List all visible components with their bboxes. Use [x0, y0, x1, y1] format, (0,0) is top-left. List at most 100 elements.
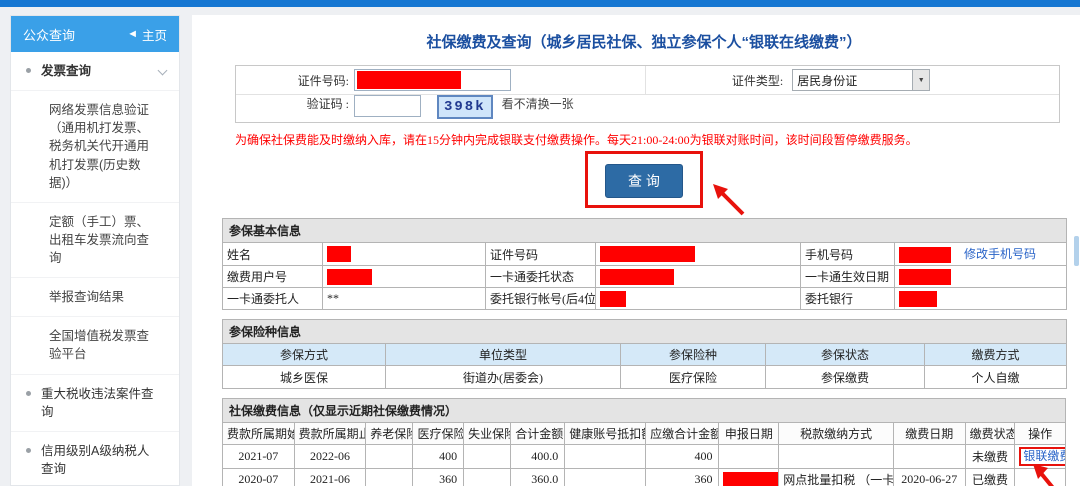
top-header-strip: [0, 0, 1080, 7]
column-header: 缴费状态: [964, 422, 1016, 446]
field-label: 一卡通委托状态: [485, 265, 596, 289]
cell: [718, 468, 780, 486]
id-type-group: 证件类型: 居民身份证 ▼: [646, 66, 1059, 94]
table-row: 一卡通委托人 ** 委托银行帐号(后4位) 委托银行: [222, 287, 1068, 311]
cell: 未缴费: [964, 444, 1016, 470]
table-header-row: 参保方式 单位类型 参保险种 参保状态 缴费方式: [222, 343, 1068, 367]
field-value: [595, 287, 801, 311]
cell: [365, 468, 414, 486]
id-number-label: 证件号码:: [297, 73, 349, 88]
field-label: 证件号码: [485, 241, 596, 267]
sidebar-item-major-tax-violation[interactable]: 重大税收违法案件查询: [11, 375, 179, 432]
cell: [778, 444, 894, 470]
annotation-arrow-icon: [712, 184, 745, 216]
cell: 400.0: [510, 444, 566, 470]
column-header: 参保险种: [620, 343, 766, 367]
column-header: 参保状态: [765, 343, 925, 367]
sidebar-item-label: 全国增值税发票查验平台: [49, 329, 150, 362]
cell: [564, 468, 647, 486]
table-row: 2021-07 2022-06 400 400.0 400 未缴费 银联缴费: [222, 444, 1066, 470]
column-header: 缴费方式: [923, 343, 1068, 367]
column-header: 失业保险: [463, 422, 512, 446]
column-header: 费款所属期止: [293, 422, 367, 446]
cell: 360: [645, 468, 720, 486]
cell: 400: [645, 444, 720, 470]
sidebar-item-report-result[interactable]: 举报查询结果: [11, 278, 179, 318]
cell: 360.0: [510, 468, 566, 486]
cell: 2020-06-27: [892, 468, 966, 486]
sidebar-item-label: 信用级别A级纳税人查询: [41, 443, 150, 476]
table-row: 缴费用户号 一卡通委托状态 一卡通生效日期: [222, 265, 1068, 289]
table-row: 2020-07 2021-06 360 360.0 360 网点批量扣税 （一卡…: [222, 468, 1066, 486]
bullet-icon: [26, 68, 31, 73]
captcha-refresh-link[interactable]: 看不清换一张: [502, 95, 574, 122]
sidebar-header: 公众查询 ◄ 主页: [11, 16, 179, 52]
basic-info-title: 参保基本信息: [221, 218, 1068, 243]
cell: [718, 444, 780, 470]
redacted-value: [600, 246, 695, 263]
column-header: 操作: [1014, 422, 1066, 446]
redacted-value: [600, 290, 626, 307]
basic-info-table: 参保基本信息 姓名 证件号码 手机号码 修改手机号码 缴费用户号 一卡通委托状态…: [221, 218, 1068, 311]
annotation-box: 查 询: [585, 151, 703, 208]
id-type-select[interactable]: 居民身份证 ▼: [792, 69, 931, 91]
redacted-value: [899, 268, 951, 285]
column-header: 参保方式: [222, 343, 386, 367]
field-value: [595, 265, 801, 289]
field-label: 一卡通委托人: [222, 287, 323, 311]
home-link[interactable]: ◄ 主页: [127, 25, 167, 44]
field-label: 委托银行帐号(后4位): [485, 287, 596, 311]
sidebar-item-quota-taxi-invoice[interactable]: 定额（手工）票、出租车发票流向查询: [11, 203, 179, 279]
id-number-group: 证件号码:: [236, 66, 646, 94]
redacted-value: [899, 247, 951, 264]
sidebar-item-network-invoice-verify[interactable]: 网络发票信息验证（通用机打发票、税务机关代开通用机打发票(历史数据)）: [11, 91, 179, 203]
column-header: 单位类型: [385, 343, 621, 367]
column-header: 合计金额: [510, 422, 566, 446]
cell: 2021-07: [222, 444, 295, 470]
cell: 360: [412, 468, 465, 486]
warning-text: 为确保社保费能及时缴纳入库，请在15分钟内完成银联支付缴费操作。每天21:00-…: [235, 133, 918, 147]
caret-down-icon: ▼: [912, 70, 930, 90]
redacted-value: [327, 246, 351, 263]
cell: 2022-06: [293, 444, 367, 470]
field-label: 姓名: [222, 241, 323, 267]
column-header: 申报日期: [718, 422, 780, 446]
sidebar-item-vat-invoice-platform[interactable]: 全国增值税发票查验平台: [11, 317, 179, 375]
cell: [463, 468, 512, 486]
payment-info-table: 社保缴费信息（仅显示近期社保缴费情况） 费款所属期始 费款所属期止 养老保险 医…: [222, 398, 1066, 486]
cell: 街道办(居委会): [385, 365, 621, 390]
cell: 个人自缴: [923, 365, 1068, 390]
table-row: 姓名 证件号码 手机号码 修改手机号码: [222, 241, 1068, 267]
change-phone-link[interactable]: 修改手机号码: [964, 247, 1036, 261]
page: 公众查询 ◄ 主页 发票查询 网络发票信息验证（通用机打发票、税务机关代开通用机…: [0, 0, 1080, 486]
cell: [365, 444, 414, 470]
query-button-area: 查 询: [585, 151, 745, 216]
sidebar-item-credit-a-taxpayer[interactable]: 信用级别A级纳税人查询: [11, 432, 179, 485]
unionpay-pay-link[interactable]: 银联缴费: [1023, 449, 1064, 463]
captcha-image[interactable]: 398k: [437, 95, 493, 119]
sidebar-item-label: 网络发票信息验证（通用机打发票、税务机关代开通用机打发票(历史数据)）: [49, 103, 150, 190]
column-header: 医疗保险: [412, 422, 465, 446]
cell: 网点批量扣税 （一卡通）: [778, 468, 894, 486]
cell: 参保缴费: [765, 365, 925, 390]
column-header: 养老保险: [365, 422, 414, 446]
redacted-value: [600, 268, 674, 285]
captcha-input[interactable]: [354, 95, 421, 117]
id-type-label: 证件类型:: [731, 73, 784, 88]
cell: 400: [412, 444, 465, 470]
main-panel: 社保缴费及查询（城乡居民社保、独立参保个人“银联在线缴费”） 证件号码: 证件类…: [192, 15, 1080, 486]
sidebar-item-label: 定额（手工）票、出租车发票流向查询: [49, 214, 150, 265]
sidebar-item-invoice-query[interactable]: 发票查询: [11, 52, 179, 92]
insurance-info-title: 参保险种信息: [221, 319, 1068, 345]
scrollbar-thumb[interactable]: [1074, 236, 1079, 266]
query-button[interactable]: 查 询: [605, 164, 683, 198]
field-value: [893, 265, 1068, 289]
field-value: [322, 241, 486, 267]
page-title: 社保缴费及查询（城乡居民社保、独立参保个人“银联在线缴费”）: [426, 34, 862, 51]
id-number-input[interactable]: [354, 69, 511, 91]
insurance-info-table: 参保险种信息 参保方式 单位类型 参保险种 参保状态 缴费方式 城乡医保 街道办…: [221, 319, 1068, 390]
sidebar-item-label: 举报查询结果: [49, 290, 125, 305]
field-value: **: [322, 287, 486, 311]
column-header: 缴费日期: [892, 422, 966, 446]
query-form: 证件号码: 证件类型: 居民身份证 ▼ 验证码 : 398k 看不清换一张: [235, 65, 1060, 123]
